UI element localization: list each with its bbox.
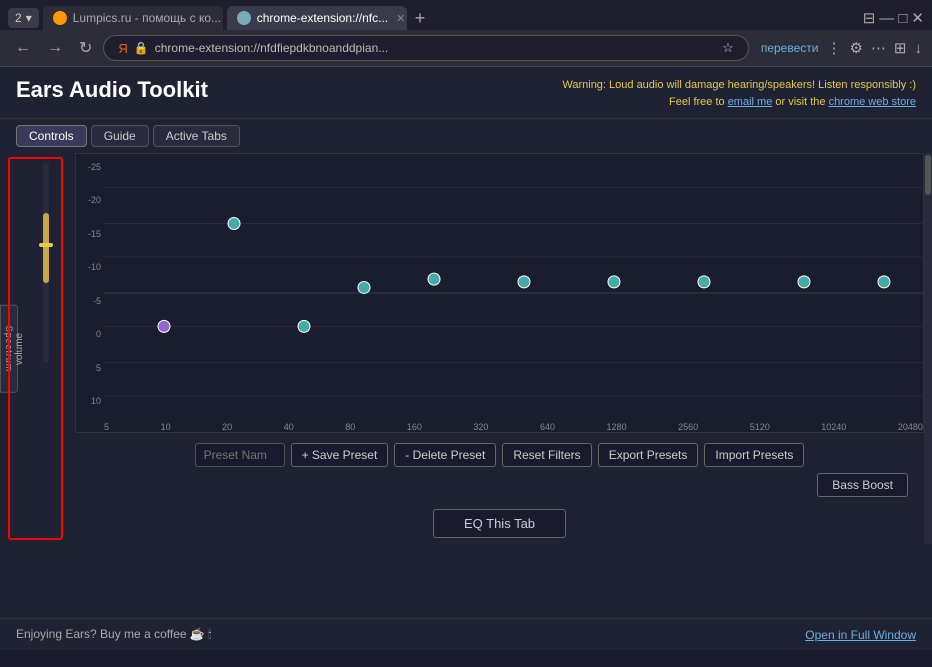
download-icon[interactable]: ↓ bbox=[915, 40, 923, 57]
address-text: chrome-extension://nfdfiepdkbnoanddpian.… bbox=[155, 41, 716, 55]
close-icon[interactable]: ✕ bbox=[911, 9, 924, 27]
export-presets-button[interactable]: Export Presets bbox=[598, 443, 699, 467]
x-label-2560: 2560 bbox=[678, 422, 698, 432]
x-axis: 5 10 20 40 80 160 320 640 1280 2560 5120… bbox=[104, 422, 923, 432]
app-footer: Enjoying Ears? Buy me a coffee ☕ 🕯 Open … bbox=[0, 618, 932, 650]
x-label-5: 5 bbox=[104, 422, 109, 432]
save-preset-button[interactable]: + Save Preset bbox=[291, 443, 389, 467]
volume-slider-track[interactable] bbox=[43, 163, 49, 363]
footer-coffee-link[interactable]: Enjoying Ears? Buy me a coffee ☕ 🕯 bbox=[16, 627, 212, 642]
warning-message: Warning: Loud audio will damage hearing/… bbox=[562, 77, 916, 94]
y-label-20: -20 bbox=[76, 195, 104, 205]
tab-active-tabs[interactable]: Active Tabs bbox=[153, 125, 240, 147]
settings-icon[interactable]: ⋮ bbox=[826, 39, 841, 57]
eq-this-tab-button[interactable]: EQ This Tab bbox=[433, 509, 566, 538]
maximize-icon[interactable]: □ bbox=[898, 10, 907, 27]
tab-close-icon[interactable]: ✕ bbox=[396, 12, 405, 25]
y-label-5p: 5 bbox=[76, 363, 104, 373]
warning-sub-text: Feel free to bbox=[669, 96, 728, 108]
y-label-10: -10 bbox=[76, 262, 104, 272]
store-link[interactable]: chrome web store bbox=[829, 96, 916, 108]
eq-canvas[interactable]: -25 -20 -15 -10 -5 0 5 10 bbox=[75, 153, 924, 433]
new-tab-button[interactable]: + bbox=[411, 8, 430, 29]
toolbar-icons: перевести ⋮ ⚙ ⋯ ⊞ ↓ bbox=[761, 39, 922, 57]
volume-slider-thumb[interactable] bbox=[39, 243, 53, 247]
eq-area: Spectrum volume -25 -20 -15 -10 -5 0 5 bbox=[0, 153, 932, 544]
tab-favicon-ext bbox=[237, 11, 251, 25]
forward-button[interactable]: → bbox=[42, 37, 68, 59]
x-label-10240: 10240 bbox=[821, 422, 846, 432]
translate-button[interactable]: перевести bbox=[761, 41, 819, 55]
tab-favicon-lumpics bbox=[53, 11, 67, 25]
refresh-button[interactable]: ↻ bbox=[74, 36, 97, 60]
tab-lumpics[interactable]: Lumpics.ru - помощь с ко... bbox=[43, 6, 223, 30]
tab-count[interactable]: 2 ▾ bbox=[8, 8, 39, 28]
tab-extension[interactable]: chrome-extension://nfc... ✕ bbox=[227, 6, 407, 30]
tabs-nav: Controls Guide Active Tabs bbox=[0, 119, 932, 153]
scrollbar-thumb[interactable] bbox=[925, 155, 931, 195]
bookmark-star-icon[interactable]: ☆ bbox=[722, 40, 734, 56]
app-title: Ears Audio Toolkit bbox=[16, 77, 208, 103]
bookmark-icon[interactable]: ⊟ bbox=[863, 9, 876, 27]
yandex-icon: Я bbox=[118, 41, 127, 56]
y-axis: -25 -20 -15 -10 -5 0 5 10 bbox=[76, 154, 104, 414]
eq-svg bbox=[104, 154, 932, 432]
or-visit-text: or visit the bbox=[775, 96, 828, 108]
x-label-1280: 1280 bbox=[607, 422, 627, 432]
minimize-icon[interactable]: — bbox=[879, 10, 894, 27]
back-button[interactable]: ← bbox=[10, 37, 36, 59]
tab-label-ext: chrome-extension://nfc... bbox=[257, 11, 388, 25]
x-label-320: 320 bbox=[473, 422, 488, 432]
volume-label: volume bbox=[14, 332, 25, 364]
x-label-5120: 5120 bbox=[750, 422, 770, 432]
y-label-25: -25 bbox=[76, 162, 104, 172]
browser-chrome: 2 ▾ Lumpics.ru - помощь с ко... chrome-e… bbox=[0, 0, 932, 67]
tab-guide[interactable]: Guide bbox=[91, 125, 149, 147]
delete-preset-button[interactable]: - Delete Preset bbox=[394, 443, 496, 467]
x-label-20: 20 bbox=[222, 422, 232, 432]
tab-count-number: 2 bbox=[15, 11, 22, 25]
y-label-10p: 10 bbox=[76, 396, 104, 406]
bass-boost-row: Bass Boost bbox=[75, 473, 924, 503]
y-label-15: -15 bbox=[76, 229, 104, 239]
volume-panel: volume bbox=[8, 157, 63, 540]
browser-toolbar: ← → ↻ Я 🔒 chrome-extension://nfdfiepdkbn… bbox=[0, 30, 932, 66]
extension-icon[interactable]: ⚙ bbox=[849, 39, 862, 57]
preset-name-input[interactable] bbox=[195, 443, 285, 467]
cast-icon[interactable]: ⊞ bbox=[894, 39, 907, 57]
email-link[interactable]: email me bbox=[728, 96, 773, 108]
chevron-down-icon: ▾ bbox=[26, 11, 32, 25]
warning-sub: Feel free to email me or visit the chrom… bbox=[562, 94, 916, 111]
security-icon: 🔒 bbox=[134, 41, 149, 55]
volume-slider-fill bbox=[43, 213, 49, 283]
import-presets-button[interactable]: Import Presets bbox=[704, 443, 804, 467]
y-label-0: 0 bbox=[76, 329, 104, 339]
address-bar[interactable]: Я 🔒 chrome-extension://nfdfiepdkbnoanddp… bbox=[103, 35, 748, 61]
x-label-80: 80 bbox=[345, 422, 355, 432]
tab-controls[interactable]: Controls bbox=[16, 125, 87, 147]
app-header: Ears Audio Toolkit Warning: Loud audio w… bbox=[0, 67, 932, 119]
warning-area: Warning: Loud audio will damage hearing/… bbox=[562, 77, 916, 110]
x-label-20480: 20480 bbox=[898, 422, 923, 432]
x-label-10: 10 bbox=[161, 422, 171, 432]
bass-boost-button[interactable]: Bass Boost bbox=[817, 473, 908, 497]
menu-icon[interactable]: ⋯ bbox=[871, 39, 886, 57]
eq-this-tab-row: EQ This Tab bbox=[75, 503, 924, 544]
tab-bar: 2 ▾ Lumpics.ru - помощь с ко... chrome-e… bbox=[0, 0, 932, 30]
open-full-window-link[interactable]: Open in Full Window bbox=[805, 628, 916, 642]
x-label-160: 160 bbox=[407, 422, 422, 432]
x-label-40: 40 bbox=[284, 422, 294, 432]
x-label-640: 640 bbox=[540, 422, 555, 432]
controls-bar: + Save Preset - Delete Preset Reset Filt… bbox=[75, 433, 924, 473]
tab-label-lumpics: Lumpics.ru - помощь с ко... bbox=[73, 11, 221, 25]
app-container: Ears Audio Toolkit Warning: Loud audio w… bbox=[0, 67, 932, 650]
y-label-5: -5 bbox=[76, 296, 104, 306]
eq-graph-container: -25 -20 -15 -10 -5 0 5 10 bbox=[75, 153, 924, 544]
scrollbar[interactable] bbox=[924, 153, 932, 544]
reset-filters-button[interactable]: Reset Filters bbox=[502, 443, 591, 467]
